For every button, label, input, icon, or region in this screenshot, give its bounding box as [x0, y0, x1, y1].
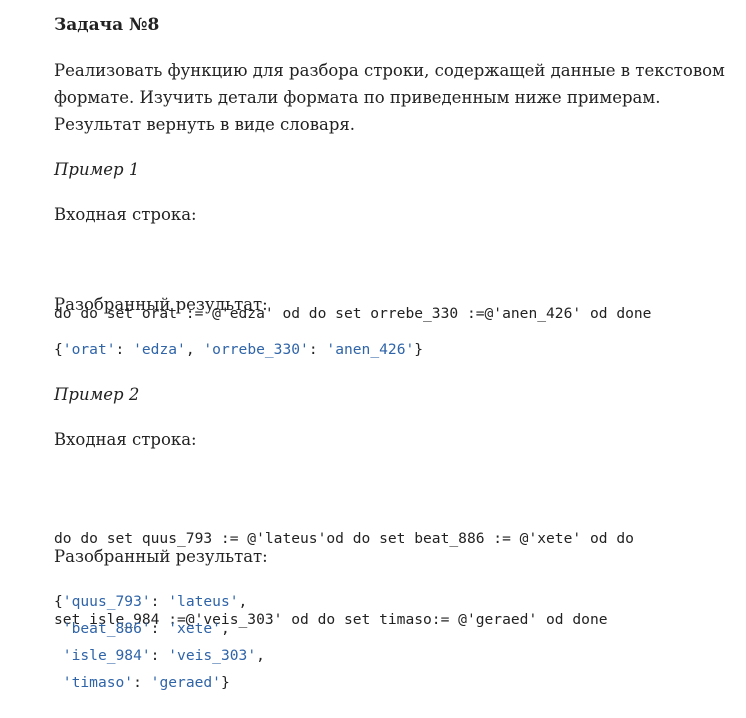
string-literal: 'orat'	[62, 341, 116, 358]
result-line: 'isle_984': 'veis_303',	[54, 642, 265, 669]
task-description-line: Результат вернуть в виде словаря.	[54, 115, 356, 134]
punctuation: :	[115, 341, 134, 358]
punctuation	[54, 647, 63, 664]
example-1-output-label: Разобранный результат:	[54, 295, 268, 314]
example-1-heading: Пример 1	[54, 160, 140, 179]
task-title: Задача №8	[54, 15, 160, 35]
result-line: 'timaso': 'geraed'}	[54, 669, 265, 696]
string-literal: 'edza'	[133, 341, 186, 358]
result-line: 'beat_886': 'xete',	[54, 615, 265, 642]
task-description: Реализовать функцию для разбора строки, …	[54, 57, 734, 138]
example-2-input-label: Входная строка:	[54, 430, 197, 449]
example-1-input-label: Входная строка:	[54, 205, 197, 224]
punctuation: :	[150, 620, 169, 637]
string-literal: 'quus_793'	[62, 593, 151, 610]
example-2-heading: Пример 2	[54, 385, 140, 404]
punctuation: :	[133, 674, 151, 691]
string-literal: 'xete'	[168, 620, 221, 637]
string-literal: 'veis_303'	[168, 647, 257, 664]
punctuation: }	[220, 674, 230, 691]
punctuation: ,	[185, 341, 204, 358]
string-literal: 'geraed'	[150, 674, 221, 691]
result-line: {'quus_793': 'lateus',	[54, 588, 265, 615]
punctuation: ,	[238, 593, 248, 610]
example-2-output-label: Разобранный результат:	[54, 547, 268, 566]
string-literal: 'orrebe_330'	[203, 341, 309, 358]
punctuation: {	[54, 341, 63, 358]
task-description-line: Реализовать функцию для разбора строки, …	[54, 61, 725, 80]
punctuation: ,	[256, 647, 265, 664]
example-2-output-code: {'quus_793': 'lateus', 'beat_886': 'xete…	[54, 588, 265, 696]
punctuation: {	[54, 593, 63, 610]
string-literal: 'anen_426'	[326, 341, 415, 358]
punctuation: :	[150, 647, 169, 664]
punctuation: :	[150, 593, 169, 610]
string-literal: 'isle_984'	[62, 647, 151, 664]
punctuation	[54, 674, 63, 691]
task-description-line: формате. Изучить детали формата по приве…	[54, 88, 661, 107]
string-literal: 'beat_886'	[62, 620, 151, 637]
string-literal: 'lateus'	[168, 593, 239, 610]
punctuation: ,	[220, 620, 230, 637]
punctuation	[54, 620, 63, 637]
result-line: {'orat': 'edza', 'orrebe_330': 'anen_426…	[54, 336, 423, 363]
punctuation: }	[414, 341, 424, 358]
example-1-output-code: {'orat': 'edza', 'orrebe_330': 'anen_426…	[54, 336, 423, 363]
punctuation: :	[308, 341, 327, 358]
string-literal: 'timaso'	[62, 674, 134, 691]
